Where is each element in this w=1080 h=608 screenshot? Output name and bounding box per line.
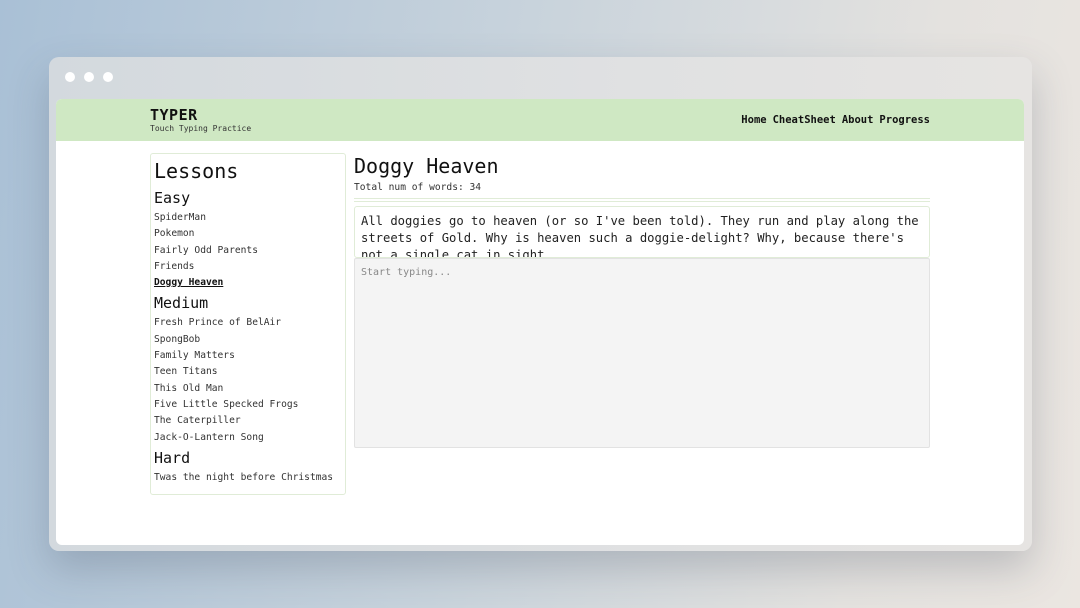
nav-about-link[interactable]: About [842, 113, 874, 127]
nav-cheatsheet-link[interactable]: CheatSheet [773, 113, 836, 127]
group-easy-heading: Easy [154, 189, 191, 207]
sidebar-title: Lessons [154, 159, 239, 183]
lesson-item-fairly-odd-parents[interactable]: Fairly Odd Parents [154, 243, 342, 259]
hard-lesson-list: Twas the night before Christmas [154, 470, 342, 486]
divider [354, 198, 930, 202]
lesson-item-spongbob[interactable]: SpongBob [154, 332, 342, 348]
logo-subtitle: Touch Typing Practice [150, 124, 252, 133]
lesson-item-teen-titans[interactable]: Teen Titans [154, 364, 342, 380]
window-controls [65, 72, 113, 82]
lesson-item-fresh-prince[interactable]: Fresh Prince of BelAir [154, 315, 342, 331]
lesson-item-spiderman[interactable]: SpiderMan [154, 210, 342, 226]
medium-lesson-list: Fresh Prince of BelAir SpongBob Family M… [154, 315, 342, 445]
lesson-title: Doggy Heaven [354, 154, 499, 178]
nav-progress-link[interactable]: Progress [879, 113, 930, 127]
lesson-item-this-old-man[interactable]: This Old Man [154, 381, 342, 397]
logo-title[interactable]: TYPER [150, 107, 198, 123]
lesson-item-family-matters[interactable]: Family Matters [154, 348, 342, 364]
lesson-item-doggy-heaven[interactable]: Doggy Heaven [154, 275, 342, 291]
window-dot-close[interactable] [65, 72, 75, 82]
group-hard-heading: Hard [154, 448, 191, 467]
word-count: Total num of words: 34 [354, 182, 482, 193]
lesson-item-pokemon[interactable]: Pokemon [154, 226, 342, 242]
passage-text: All doggies go to heaven (or so I've bee… [354, 206, 930, 258]
typing-input[interactable] [354, 258, 930, 448]
window-dot-maximize[interactable] [103, 72, 113, 82]
lesson-content: Doggy Heaven Total num of words: 34 All … [354, 153, 930, 448]
site-header: TYPER Touch Typing Practice Home CheatSh… [56, 99, 1024, 141]
lesson-item-jack-o-lantern[interactable]: Jack-O-Lantern Song [154, 430, 342, 446]
page-viewport: TYPER Touch Typing Practice Home CheatSh… [56, 99, 1024, 545]
main-nav: Home CheatSheet About Progress [741, 113, 930, 127]
nav-home-link[interactable]: Home [741, 113, 766, 127]
lessons-sidebar: Lessons Easy SpiderMan Pokemon Fairly Od… [150, 153, 346, 495]
window-dot-minimize[interactable] [84, 72, 94, 82]
group-medium-heading: Medium [154, 294, 209, 313]
easy-lesson-list: SpiderMan Pokemon Fairly Odd Parents Fri… [154, 210, 342, 291]
lesson-item-twas-the-night[interactable]: Twas the night before Christmas [154, 470, 342, 486]
lesson-item-five-little-frogs[interactable]: Five Little Specked Frogs [154, 397, 342, 413]
lesson-item-friends[interactable]: Friends [154, 259, 342, 275]
browser-window: TYPER Touch Typing Practice Home CheatSh… [49, 57, 1032, 551]
lesson-item-caterpiller[interactable]: The Caterpiller [154, 413, 342, 429]
